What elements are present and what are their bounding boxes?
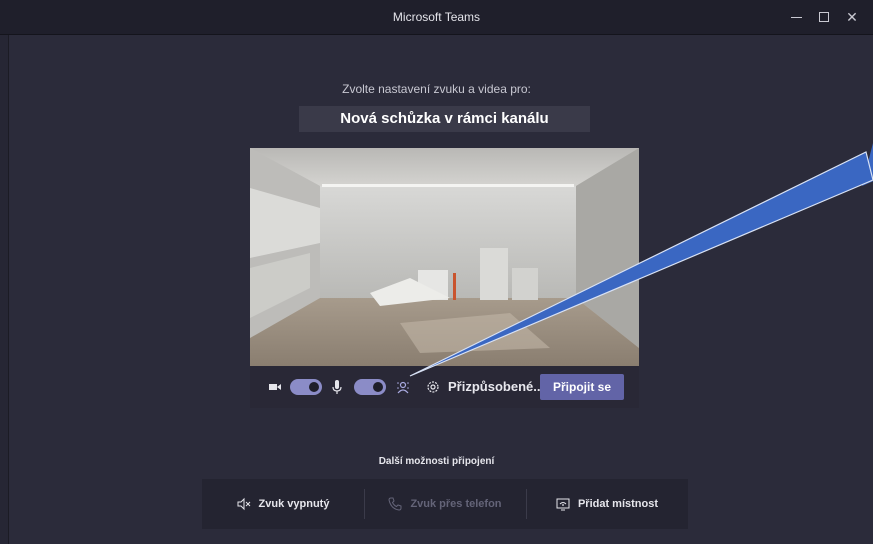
- phone-audio-label: Zvuk přes telefon: [410, 498, 502, 510]
- video-camera-icon[interactable]: [268, 380, 282, 394]
- minimize-icon: [790, 16, 802, 18]
- join-button[interactable]: Připojit se: [540, 374, 624, 400]
- gear-icon[interactable]: [425, 379, 441, 395]
- device-settings-label[interactable]: Přizpůsobené...: [448, 366, 544, 408]
- title-bar: Microsoft Teams ✕: [0, 0, 873, 35]
- minimize-button[interactable]: [781, 0, 811, 34]
- maximize-button[interactable]: [809, 0, 839, 34]
- audio-off-label: Zvuk vypnutý: [258, 498, 330, 510]
- add-room-label: Přidat místnost: [577, 498, 659, 510]
- left-app-bar-edge: [0, 35, 9, 544]
- audio-off-option[interactable]: Zvuk vypnutý: [202, 479, 364, 529]
- camera-preview-image: [250, 148, 639, 366]
- device-controls-bar: Přizpůsobené... Připojit se: [250, 366, 639, 408]
- speaker-muted-icon: [237, 497, 250, 511]
- microphone-toggle-knob: [373, 382, 383, 392]
- phone-audio-option[interactable]: Zvuk přes telefon: [364, 479, 526, 529]
- window-title: Microsoft Teams: [392, 10, 481, 24]
- meeting-title: Nová schůzka v rámci kanálu: [299, 106, 590, 132]
- settings-prompt: Zvolte nastavení zvuku a videa pro:: [342, 82, 531, 96]
- microphone-icon[interactable]: [331, 379, 343, 395]
- add-room-option[interactable]: Přidat místnost: [526, 479, 688, 529]
- maximize-icon: [819, 12, 829, 22]
- join-options-bar: Zvuk vypnutý Zvuk přes telefon Přidat mí…: [202, 479, 688, 529]
- more-options-heading: Další možnosti připojení: [378, 456, 495, 467]
- video-preview: Přizpůsobené... Připojit se: [250, 148, 639, 408]
- camera-toggle-knob: [309, 382, 319, 392]
- room-display-icon: [556, 498, 570, 511]
- close-button[interactable]: ✕: [837, 0, 867, 34]
- background-blur-icon[interactable]: [396, 380, 410, 394]
- microphone-toggle[interactable]: [354, 379, 386, 395]
- camera-toggle[interactable]: [290, 379, 322, 395]
- close-icon: ✕: [846, 8, 858, 25]
- phone-icon: [388, 497, 402, 511]
